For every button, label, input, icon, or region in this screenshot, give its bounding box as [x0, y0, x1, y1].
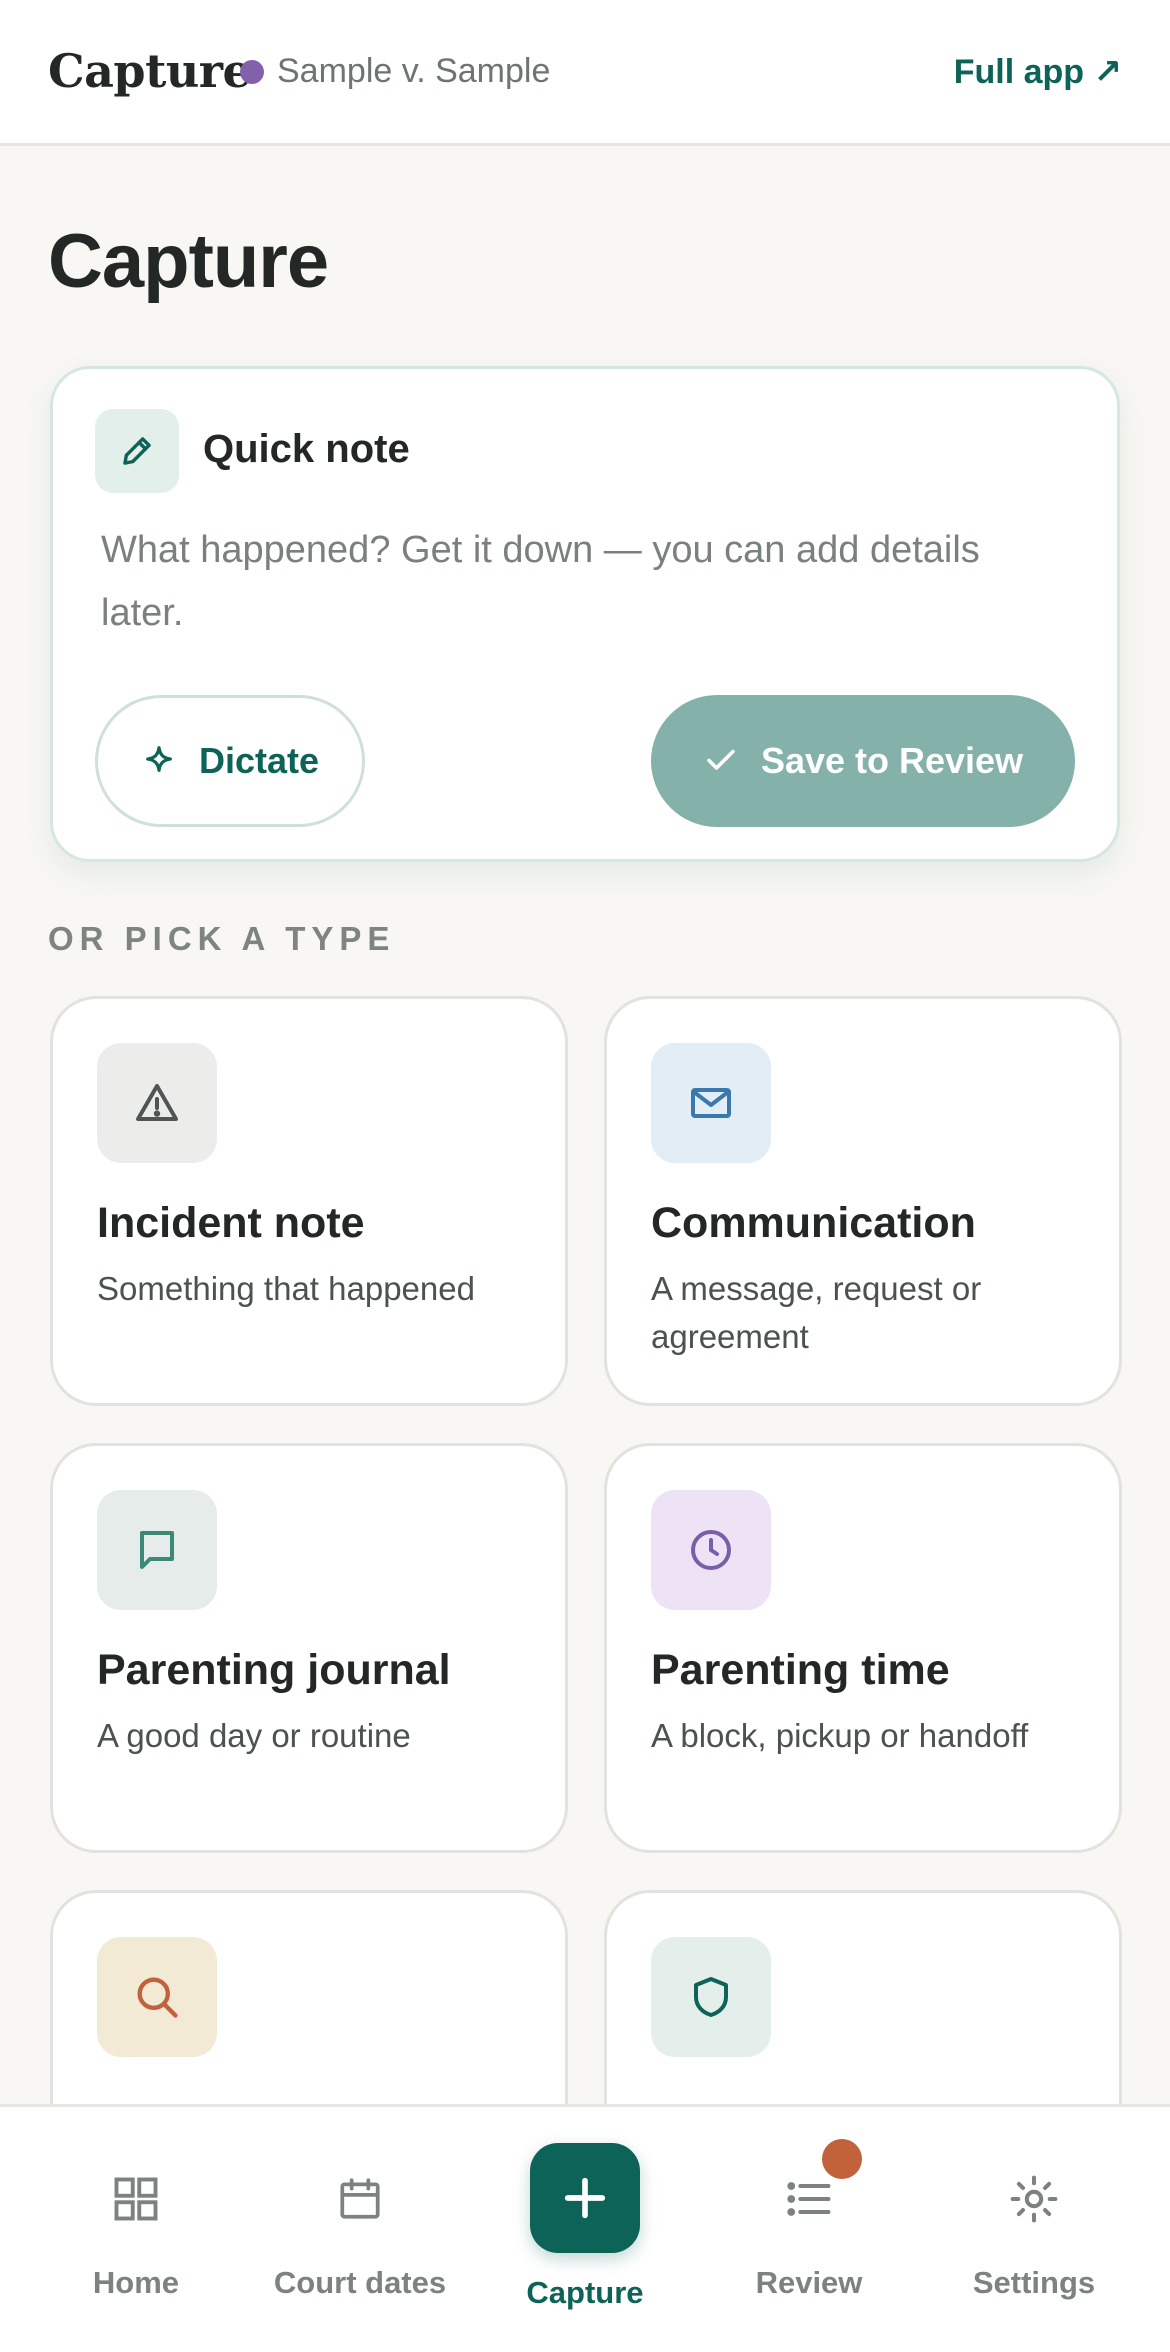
nav-label: Capture	[526, 2275, 644, 2310]
top-bar: Capture Sample v. Sample Full app ↗	[0, 0, 1170, 146]
list-icon	[779, 2169, 839, 2229]
app-brand: Capture	[48, 44, 252, 98]
shield-icon	[651, 1937, 771, 2057]
review-badge	[822, 2139, 862, 2179]
dictate-button[interactable]: Dictate	[95, 695, 365, 827]
bottom-nav: Home Court dates Capture Review Settings	[0, 2104, 1170, 2352]
warning-icon	[97, 1043, 217, 1163]
gear-icon	[1004, 2169, 1064, 2229]
journal-icon	[97, 1490, 217, 1610]
quick-note-input[interactable]: What happened? Get it down — you can add…	[101, 519, 1021, 645]
type-card-parenting-time[interactable]: Parenting time A block, pickup or handof…	[604, 1443, 1122, 1853]
type-card-subtitle: A block, pickup or handoff	[651, 1717, 1029, 1754]
calendar-icon	[330, 2169, 390, 2229]
clock-icon	[651, 1490, 771, 1610]
type-card-title: Incident note	[97, 1199, 365, 1247]
save-to-review-button[interactable]: Save to Review	[651, 695, 1075, 827]
case-color-dot	[240, 60, 264, 84]
nav-home[interactable]: Home	[19, 2107, 253, 2352]
check-icon	[703, 741, 739, 782]
dictate-label: Dictate	[198, 740, 320, 781]
search-icon	[97, 1937, 217, 2057]
type-card-communication[interactable]: Communication A message, request or agre…	[604, 996, 1122, 1406]
nav-court-dates[interactable]: Court dates	[243, 2107, 477, 2352]
type-card-subtitle: A message, request or agreement	[651, 1270, 982, 1355]
nav-settings[interactable]: Settings	[917, 2107, 1151, 2352]
save-to-review-label: Save to Review	[760, 740, 1024, 781]
sparkle-icon	[141, 741, 177, 782]
quick-note-card: Quick note What happened? Get it down — …	[50, 366, 1120, 862]
type-card-parenting-journal[interactable]: Parenting journal A good day or routine	[50, 1443, 568, 1853]
quick-note-title: Quick note	[203, 427, 410, 471]
nav-label: Review	[755, 2265, 863, 2300]
nav-label: Settings	[972, 2265, 1096, 2300]
type-card-title: Communication	[651, 1199, 976, 1247]
section-label: OR PICK A TYPE	[48, 920, 396, 957]
nav-label: Home	[92, 2265, 180, 2300]
plus-icon	[530, 2143, 640, 2253]
pencil-icon	[95, 409, 179, 493]
page-title: Capture	[48, 219, 329, 304]
nav-review[interactable]: Review	[692, 2107, 926, 2352]
case-name[interactable]: Sample v. Sample	[277, 52, 550, 91]
type-card-title: Parenting journal	[97, 1646, 451, 1694]
type-card-subtitle: A good day or routine	[97, 1717, 411, 1754]
envelope-icon	[651, 1043, 771, 1163]
grid-icon	[106, 2169, 166, 2229]
type-card-subtitle: Something that happened	[97, 1270, 475, 1307]
type-card-title: Parenting time	[651, 1646, 950, 1694]
nav-label: Court dates	[273, 2265, 447, 2300]
nav-capture[interactable]: Capture	[468, 2107, 702, 2352]
full-app-link[interactable]: Full app ↗	[954, 52, 1122, 92]
type-card-incident-note[interactable]: Incident note Something that happened	[50, 996, 568, 1406]
